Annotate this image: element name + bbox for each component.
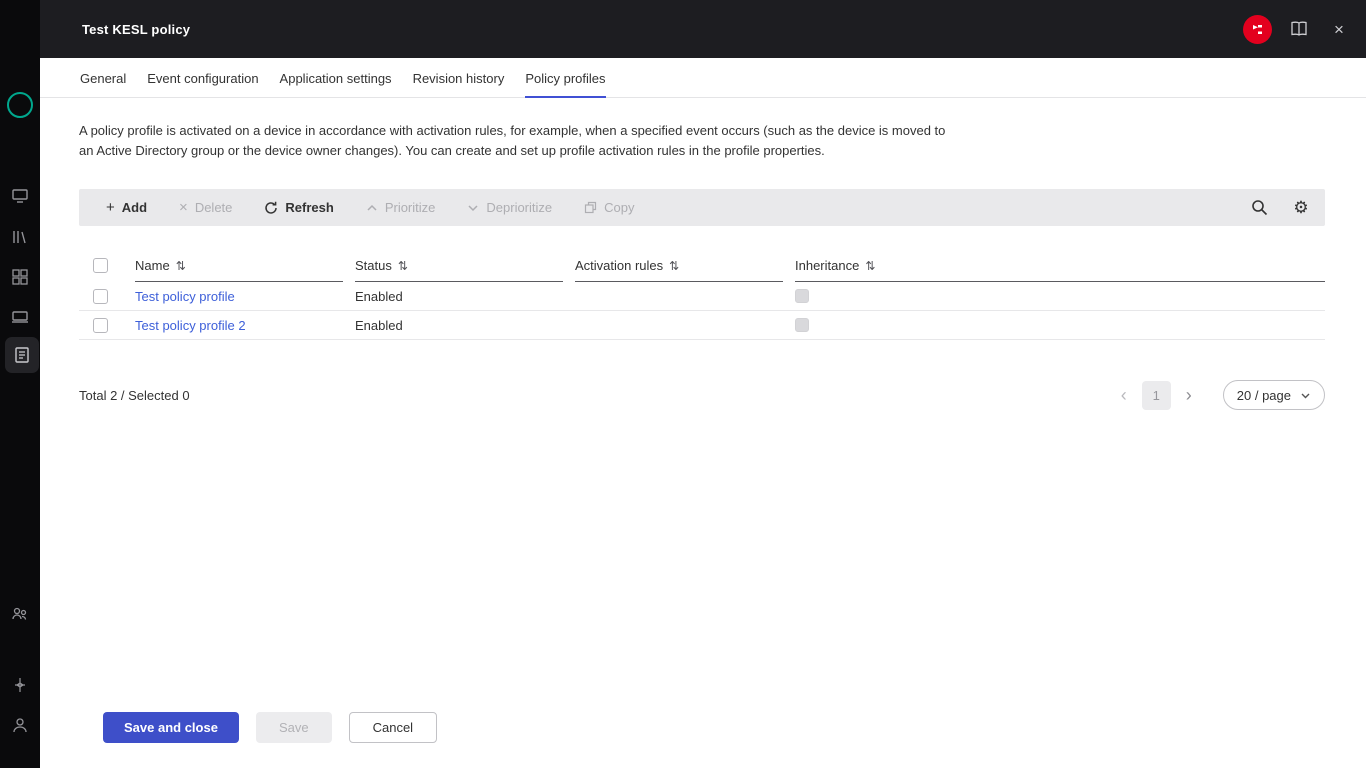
header-actions: × (1243, 15, 1352, 44)
cancel-button[interactable]: Cancel (349, 712, 437, 743)
policy-profiles-body: A policy profile is activated on a devic… (40, 98, 1366, 768)
sidebar-item-policies-active[interactable] (5, 337, 39, 373)
kaspersky-ring-logo (7, 92, 33, 118)
devices-icon (11, 308, 29, 326)
main-panel: Test KESL policy × General Event configu… (40, 0, 1366, 768)
table-row: Test policy profile 2 Enabled (79, 311, 1325, 340)
deprioritize-button: Deprioritize (454, 189, 565, 226)
sidebar-item-users[interactable] (11, 605, 29, 623)
plus-icon: + (106, 200, 115, 215)
delete-x-icon: × (179, 200, 188, 215)
table-header-row: Name ⇅ Status ⇅ Activation rules ⇅ Inh (79, 250, 1325, 282)
sidebar-item-monitoring[interactable] (11, 187, 29, 205)
table-row: Test policy profile Enabled (79, 282, 1325, 311)
profiles-table: Name ⇅ Status ⇅ Activation rules ⇅ Inh (79, 250, 1325, 340)
sidebar-item-operations[interactable] (11, 676, 29, 694)
refresh-button-label: Refresh (285, 200, 333, 215)
add-button[interactable]: + Add (93, 189, 160, 226)
row-checkbox[interactable] (93, 318, 108, 333)
sort-icon[interactable]: ⇅ (398, 259, 408, 273)
sidebar (0, 0, 40, 768)
header-checkbox-cell (79, 250, 123, 282)
kaspersky-badge-icon[interactable] (1243, 15, 1272, 44)
policy-content: General Event configuration Application … (40, 58, 1366, 768)
window-header: Test KESL policy × (40, 0, 1366, 58)
settings-gear-icon[interactable]: ⚙ (1291, 198, 1311, 218)
select-all-checkbox[interactable] (93, 258, 108, 273)
sidebar-item-dashboard[interactable] (11, 268, 29, 286)
repositories-icon (11, 228, 29, 246)
profile-link[interactable]: Test policy profile (135, 289, 235, 304)
profile-status-cell: Enabled (355, 318, 563, 333)
column-header-status[interactable]: Status ⇅ (355, 250, 563, 282)
save-and-close-button[interactable]: Save and close (103, 712, 239, 743)
row-checkbox-cell (79, 318, 123, 333)
chevron-down-icon (1300, 390, 1311, 401)
close-icon[interactable]: × (1326, 16, 1352, 42)
next-page-icon[interactable]: › (1179, 386, 1199, 404)
toolbar-right: ⚙ (1249, 198, 1311, 218)
sort-icon[interactable]: ⇅ (176, 259, 186, 273)
inheritance-cell (795, 318, 1325, 332)
page-size-select[interactable]: 20 / page (1223, 380, 1325, 410)
row-checkbox-cell (79, 289, 123, 304)
tab-revision-history[interactable]: Revision history (413, 58, 505, 98)
row-checkbox[interactable] (93, 289, 108, 304)
sidebar-item-repositories[interactable] (11, 228, 29, 246)
sort-icon[interactable]: ⇅ (669, 259, 679, 273)
profiles-description: A policy profile is activated on a devic… (79, 121, 959, 161)
prioritize-button: Prioritize (353, 189, 449, 226)
table-footer: Total 2 / Selected 0 ‹ 1 › 20 / page (79, 380, 1325, 410)
inheritance-checkbox (795, 318, 809, 332)
page-title: Test KESL policy (82, 22, 190, 37)
add-button-label: Add (122, 200, 147, 215)
copy-button: Copy (571, 189, 647, 226)
tab-policy-profiles[interactable]: Policy profiles (525, 58, 605, 98)
docs-icon[interactable] (1286, 16, 1312, 42)
inheritance-cell (795, 289, 1325, 303)
profiles-toolbar: + Add × Delete Refresh (79, 189, 1325, 226)
tab-event-configuration[interactable]: Event configuration (147, 58, 258, 98)
page-size-value: 20 / page (1237, 388, 1291, 403)
total-selected-label: Total 2 / Selected 0 (79, 388, 190, 403)
profile-link[interactable]: Test policy profile 2 (135, 318, 246, 333)
refresh-button[interactable]: Refresh (251, 189, 346, 226)
copy-icon (584, 201, 597, 214)
users-icon (11, 605, 29, 623)
app-window: Test KESL policy × General Event configu… (0, 0, 1366, 768)
profile-name-cell: Test policy profile (135, 289, 343, 304)
copy-button-label: Copy (604, 200, 634, 215)
operations-icon (11, 676, 29, 694)
current-page-indicator[interactable]: 1 (1142, 381, 1171, 410)
sidebar-item-devices[interactable] (11, 308, 29, 326)
footer-actions: Save and close Save Cancel (79, 712, 1325, 768)
sidebar-item-account[interactable] (11, 716, 29, 734)
profile-name-cell: Test policy profile 2 (135, 318, 343, 333)
account-icon (11, 716, 29, 734)
column-header-name[interactable]: Name ⇅ (135, 250, 343, 282)
pagination: ‹ 1 › 20 / page (1114, 380, 1325, 410)
delete-button: × Delete (166, 189, 245, 226)
column-header-inheritance[interactable]: Inheritance ⇅ (795, 250, 1325, 282)
chevron-up-icon (366, 202, 378, 214)
delete-button-label: Delete (195, 200, 233, 215)
column-header-activation-rules[interactable]: Activation rules ⇅ (575, 250, 783, 282)
save-button: Save (256, 712, 332, 743)
tab-general[interactable]: General (80, 58, 126, 98)
prev-page-icon: ‹ (1114, 386, 1134, 404)
profile-status-cell: Enabled (355, 289, 563, 304)
inheritance-checkbox (795, 289, 809, 303)
chevron-down-icon (467, 202, 479, 214)
search-icon[interactable] (1249, 198, 1269, 218)
sort-icon[interactable]: ⇅ (865, 259, 875, 273)
tab-application-settings[interactable]: Application settings (280, 58, 392, 98)
deprioritize-button-label: Deprioritize (486, 200, 552, 215)
policies-icon (13, 346, 31, 364)
monitoring-icon (11, 187, 29, 205)
menu-icon[interactable] (12, 22, 29, 35)
prioritize-button-label: Prioritize (385, 200, 436, 215)
policy-tabs: General Event configuration Application … (40, 58, 1366, 98)
refresh-icon (264, 201, 278, 215)
dashboard-grid-icon (11, 268, 29, 286)
